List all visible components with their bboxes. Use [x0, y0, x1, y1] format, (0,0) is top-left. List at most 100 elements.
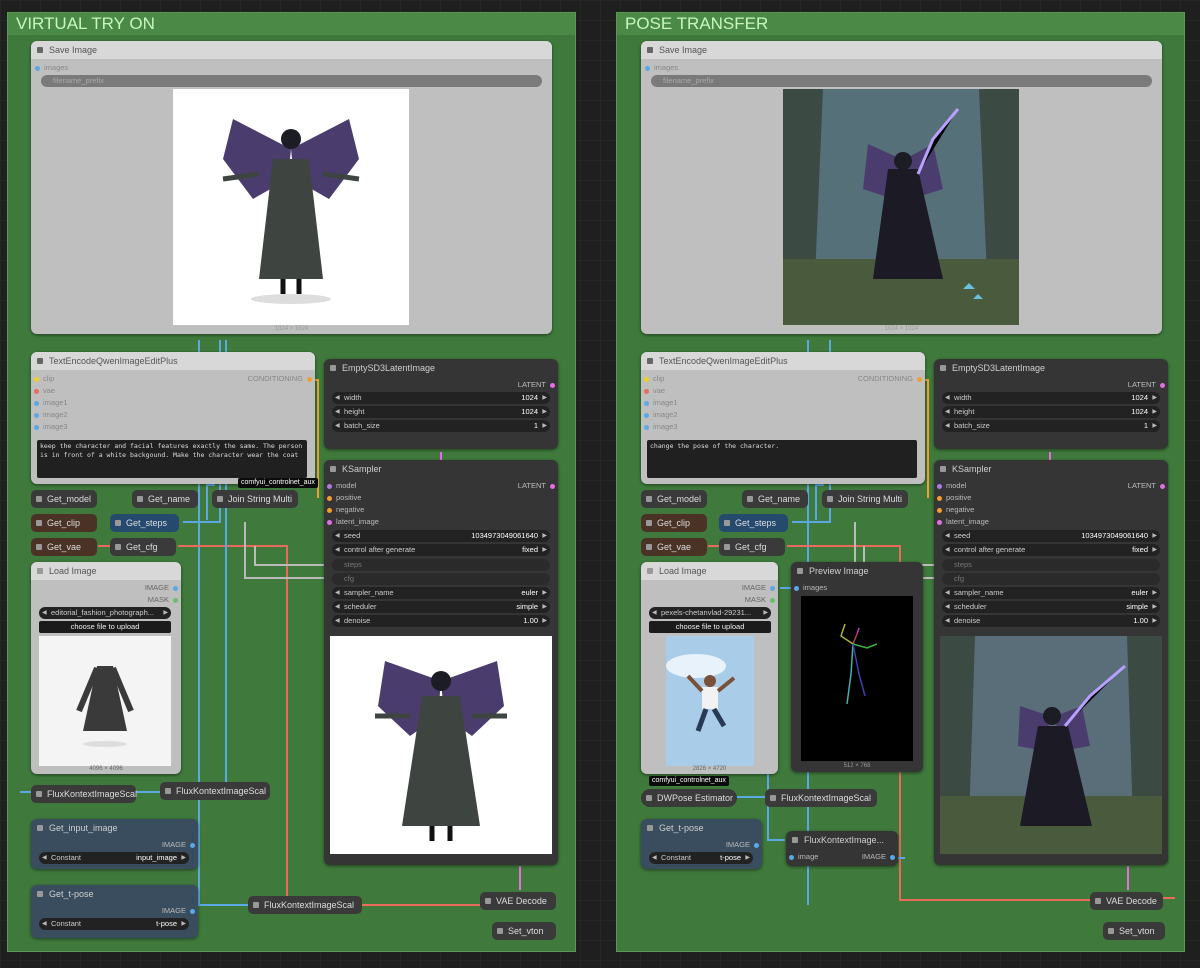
vae-input[interactable]: vae: [644, 386, 665, 396]
latent-output[interactable]: LATENT: [1128, 481, 1165, 491]
image-input[interactable]: image: [789, 852, 818, 862]
positive-input[interactable]: positive: [327, 493, 361, 503]
set-vton-node[interactable]: Set_vton: [1103, 922, 1165, 940]
get-steps-node[interactable]: Get_steps: [719, 514, 788, 532]
save-image-node[interactable]: Save Image images filename_prefix 1024 ×…: [31, 41, 552, 334]
image-file-select[interactable]: pexels-chetanvlad-29231...: [649, 607, 771, 619]
images-input[interactable]: images: [35, 63, 68, 73]
cfg-widget[interactable]: cfg: [942, 573, 1160, 585]
image1-input[interactable]: image1: [644, 398, 678, 408]
get-steps-node[interactable]: Get_steps: [110, 514, 179, 532]
image2-input[interactable]: image2: [34, 410, 68, 420]
image-output[interactable]: IMAGE: [162, 906, 195, 916]
negative-input[interactable]: negative: [937, 505, 974, 515]
dwpose-estimator-node[interactable]: DWPose Estimator: [641, 789, 737, 807]
get-model-node[interactable]: Get_model: [31, 490, 97, 508]
image2-input[interactable]: image2: [644, 410, 678, 420]
sampler-name-widget[interactable]: sampler_nameeuler: [942, 587, 1160, 599]
seed-widget[interactable]: seed1034973049061640: [942, 530, 1160, 542]
image3-input[interactable]: image3: [34, 422, 68, 432]
image-output[interactable]: IMAGE: [145, 583, 178, 593]
positive-input[interactable]: positive: [937, 493, 971, 503]
images-input[interactable]: images: [645, 63, 678, 73]
get-model-node[interactable]: Get_model: [641, 490, 707, 508]
conditioning-output[interactable]: CONDITIONING: [248, 374, 312, 384]
steps-widget[interactable]: steps: [332, 559, 550, 571]
empty-latent-node[interactable]: EmptySD3LatentImage LATENT width1024 hei…: [324, 359, 558, 449]
image-file-select[interactable]: editorial_fashion_photograph...: [39, 607, 171, 619]
flux-kontext-image-scale-a[interactable]: FluxKontextImageScal: [31, 785, 137, 803]
filename-prefix-widget[interactable]: filename_prefix: [41, 75, 542, 87]
get-cfg-node[interactable]: Get_cfg: [719, 538, 785, 556]
conditioning-output[interactable]: CONDITIONING: [858, 374, 922, 384]
get-t-pose-node[interactable]: Get_t-pose IMAGE Constantt-pose: [31, 885, 198, 938]
image1-input[interactable]: image1: [34, 398, 68, 408]
control-after-generate-widget[interactable]: control after generatefixed: [942, 544, 1160, 556]
width-widget[interactable]: width1024: [332, 392, 550, 404]
constant-widget[interactable]: Constantt-pose: [39, 918, 189, 930]
model-input[interactable]: model: [327, 481, 356, 491]
image-output[interactable]: IMAGE: [742, 583, 775, 593]
steps-widget[interactable]: steps: [942, 559, 1160, 571]
get-t-pose-node[interactable]: Get_t-pose IMAGE Constantt-pose: [641, 819, 762, 869]
load-image-node[interactable]: Load Image IMAGE MASK pexels-chetanvlad-…: [641, 562, 778, 774]
latent-output[interactable]: LATENT: [518, 481, 555, 491]
flux-kontext-image-scale-b[interactable]: FluxKontextImageScal: [160, 782, 270, 800]
vae-decode-node[interactable]: VAE Decode: [1090, 892, 1163, 910]
control-after-generate-widget[interactable]: control after generatefixed: [332, 544, 550, 556]
choose-file-button[interactable]: choose file to upload: [39, 621, 171, 633]
batch-size-widget[interactable]: batch_size1: [942, 420, 1160, 432]
image3-input[interactable]: image3: [644, 422, 678, 432]
join-string-multi-node[interactable]: Join String Multi: [822, 490, 908, 508]
ksampler-node[interactable]: KSampler model positive negative latent_…: [934, 460, 1168, 865]
prompt-textarea[interactable]: keep the character and facial features e…: [37, 440, 307, 478]
denoise-widget[interactable]: denoise1.00: [942, 615, 1160, 627]
latent-output[interactable]: LATENT: [518, 380, 555, 390]
get-clip-node[interactable]: Get_clip: [31, 514, 97, 532]
vae-decode-node[interactable]: VAE Decode: [480, 892, 556, 910]
get-vae-node[interactable]: Get_vae: [31, 538, 97, 556]
empty-latent-node[interactable]: EmptySD3LatentImage LATENT width1024 hei…: [934, 359, 1168, 449]
clip-input[interactable]: clip: [644, 374, 664, 384]
height-widget[interactable]: height1024: [332, 406, 550, 418]
set-vton-node[interactable]: Set_vton: [492, 922, 556, 940]
choose-file-button[interactable]: choose file to upload: [649, 621, 771, 633]
image-output[interactable]: IMAGE: [726, 840, 759, 850]
seed-widget[interactable]: seed1034973049061640: [332, 530, 550, 542]
flux-kontext-image-scale-a[interactable]: FluxKontextImageScal: [765, 789, 877, 807]
denoise-widget[interactable]: denoise1.00: [332, 615, 550, 627]
cfg-widget[interactable]: cfg: [332, 573, 550, 585]
get-clip-node[interactable]: Get_clip: [641, 514, 707, 532]
preview-image-node[interactable]: Preview Image images 512 × 768: [791, 562, 923, 772]
height-widget[interactable]: height1024: [942, 406, 1160, 418]
text-encode-node[interactable]: TextEncodeQwenImageEditPlus clip vae ima…: [641, 352, 925, 484]
scheduler-widget[interactable]: schedulersimple: [332, 601, 550, 613]
constant-widget[interactable]: Constantt-pose: [649, 852, 753, 864]
negative-input[interactable]: negative: [327, 505, 364, 515]
get-vae-node[interactable]: Get_vae: [641, 538, 707, 556]
batch-size-widget[interactable]: batch_size1: [332, 420, 550, 432]
latent-output[interactable]: LATENT: [1128, 380, 1165, 390]
clip-input[interactable]: clip: [34, 374, 54, 384]
text-encode-node[interactable]: TextEncodeQwenImageEditPlus clip vae ima…: [31, 352, 315, 484]
model-input[interactable]: model: [937, 481, 966, 491]
flux-kontext-image-scale-c[interactable]: FluxKontextImageScal: [248, 896, 362, 914]
flux-kontext-image-node[interactable]: FluxKontextImage... image IMAGE: [786, 831, 898, 866]
get-name-node[interactable]: Get_name: [132, 490, 198, 508]
get-name-node[interactable]: Get_name: [742, 490, 808, 508]
ksampler-node[interactable]: KSampler model positive negative latent_…: [324, 460, 558, 865]
save-image-node[interactable]: Save Image images filename_prefix 1024 ×…: [641, 41, 1162, 334]
vae-input[interactable]: vae: [34, 386, 55, 396]
filename-prefix-widget[interactable]: filename_prefix: [651, 75, 1152, 87]
get-input-image-node[interactable]: Get_input_image IMAGE Constantinput_imag…: [31, 819, 198, 869]
get-cfg-node[interactable]: Get_cfg: [110, 538, 176, 556]
images-input[interactable]: images: [794, 583, 827, 593]
mask-output[interactable]: MASK: [148, 595, 178, 605]
latent-image-input[interactable]: latent_image: [327, 517, 379, 527]
join-string-multi-node[interactable]: Join String Multi: [212, 490, 298, 508]
image-output[interactable]: IMAGE: [862, 852, 895, 862]
constant-widget[interactable]: Constantinput_image: [39, 852, 189, 864]
load-image-node[interactable]: Load Image IMAGE MASK editorial_fashion_…: [31, 562, 181, 774]
latent-image-input[interactable]: latent_image: [937, 517, 989, 527]
width-widget[interactable]: width1024: [942, 392, 1160, 404]
